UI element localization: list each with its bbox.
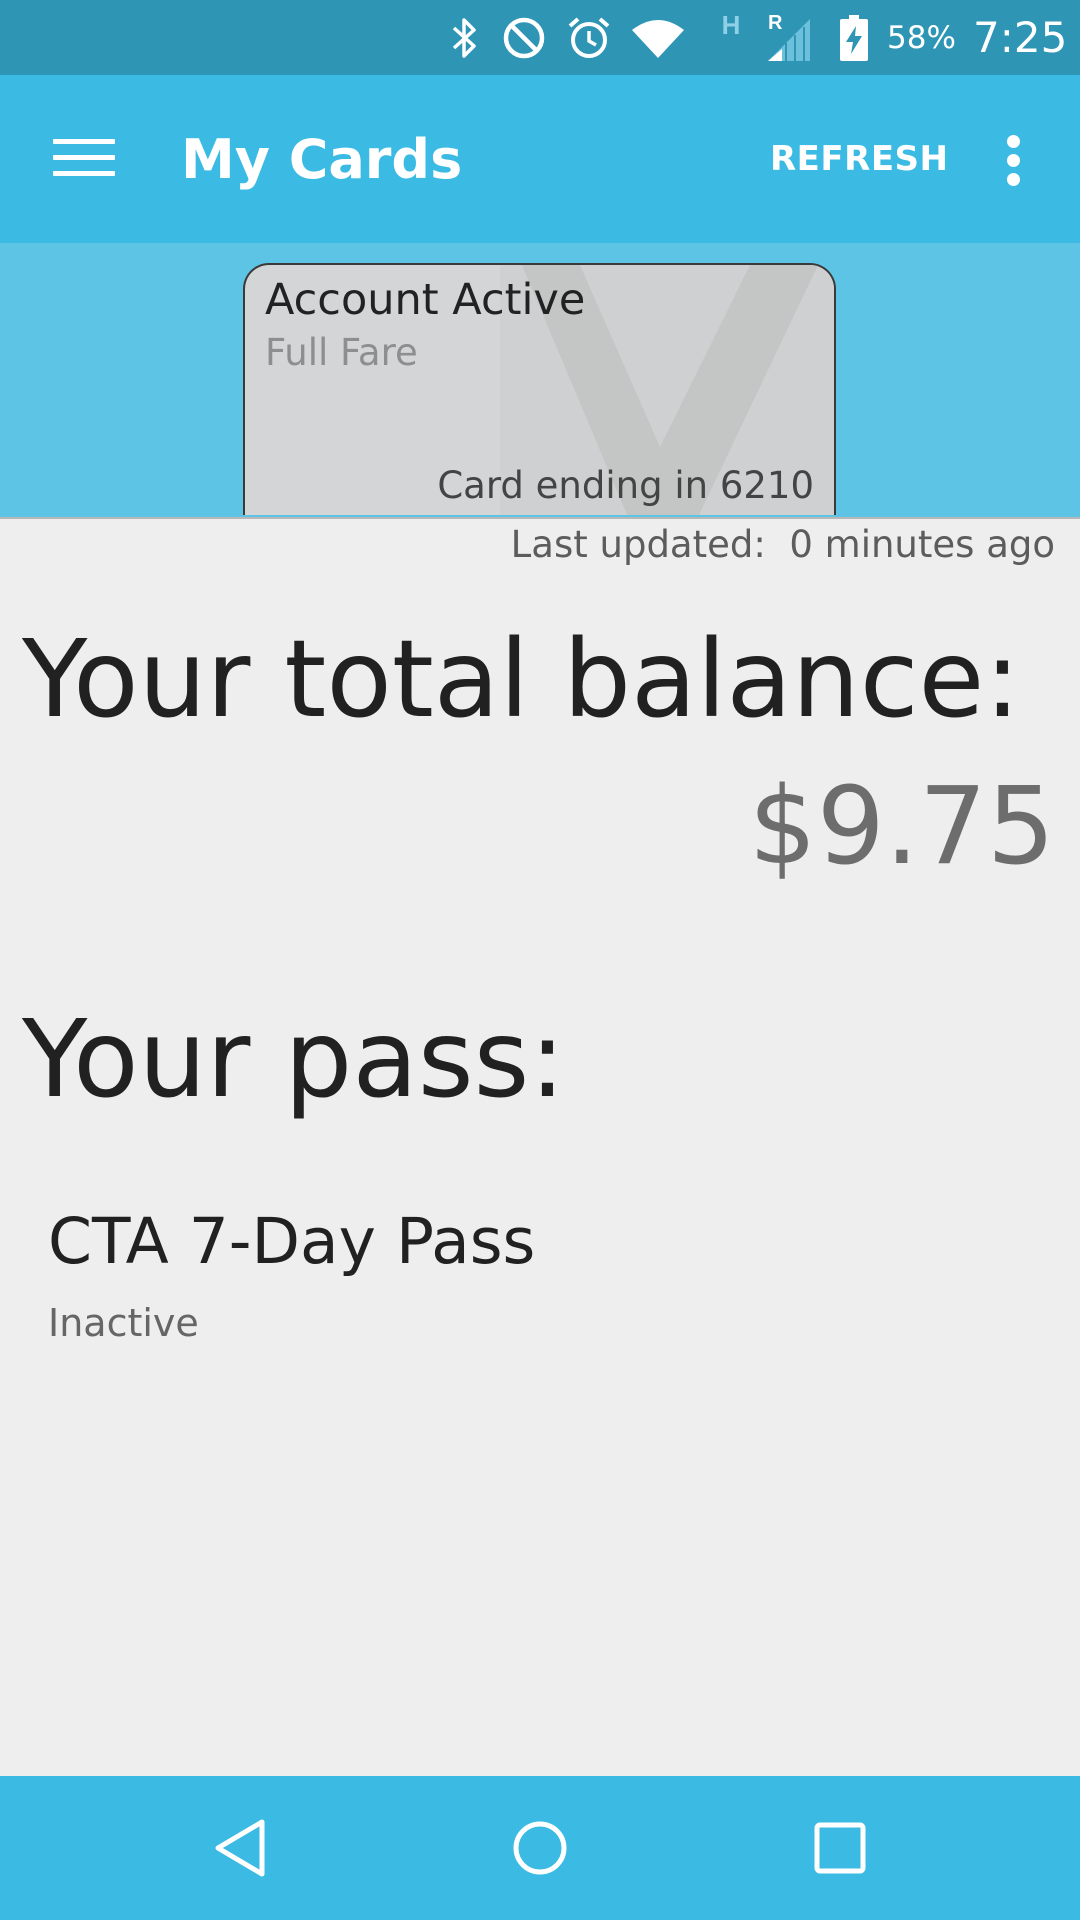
pass-status: Inactive — [48, 1301, 199, 1345]
navigation-bar — [0, 1776, 1080, 1920]
h-network-icon: H — [714, 0, 748, 63]
balance-value: $9.75 — [748, 765, 1055, 889]
card-carousel: Account Active Full Fare Card ending in … — [0, 243, 1080, 519]
card-fare-type: Full Fare — [265, 331, 418, 374]
do-not-disturb-icon — [500, 0, 548, 75]
last-updated: Last updated: 0 minutes ago — [511, 523, 1055, 566]
battery-percent: 58% — [887, 19, 956, 56]
roaming-label: R — [768, 12, 783, 34]
wifi-icon — [628, 0, 688, 75]
battery-charging-icon — [836, 0, 872, 75]
status-time: 7:25 — [973, 13, 1068, 62]
app-bar: My Cards REFRESH — [0, 75, 1080, 243]
alarm-icon — [564, 0, 614, 75]
refresh-button[interactable]: REFRESH — [770, 75, 948, 243]
card-status: Account Active — [265, 275, 586, 325]
transit-card[interactable]: Account Active Full Fare Card ending in … — [243, 263, 836, 515]
balance-heading: Your total balance: — [22, 618, 1021, 742]
pass-heading: Your pass: — [22, 998, 566, 1122]
home-icon[interactable] — [480, 1776, 600, 1920]
page-title: My Cards — [181, 127, 463, 191]
status-bar: H R 58% 7:25 — [0, 0, 1080, 75]
last-updated-value: 0 minutes ago — [789, 523, 1055, 566]
recents-icon[interactable] — [780, 1776, 900, 1920]
back-icon[interactable] — [180, 1776, 300, 1920]
my-cards-screen: H R 58% 7:25 My Cards REFRESH Account Ac… — [0, 0, 1080, 1920]
list-item[interactable]: CTA 7-Day Pass Inactive — [48, 1205, 748, 1355]
card-number-label: Card ending in 6210 — [437, 464, 814, 507]
bluetooth-icon — [447, 0, 483, 75]
roaming-signal-icon: R — [764, 0, 814, 75]
network-type-label: H — [721, 10, 741, 40]
more-vert-icon[interactable] — [1000, 133, 1028, 187]
last-updated-label: Last updated: — [510, 523, 766, 566]
pass-name: CTA 7-Day Pass — [48, 1205, 536, 1278]
hamburger-menu-icon[interactable] — [53, 137, 115, 179]
